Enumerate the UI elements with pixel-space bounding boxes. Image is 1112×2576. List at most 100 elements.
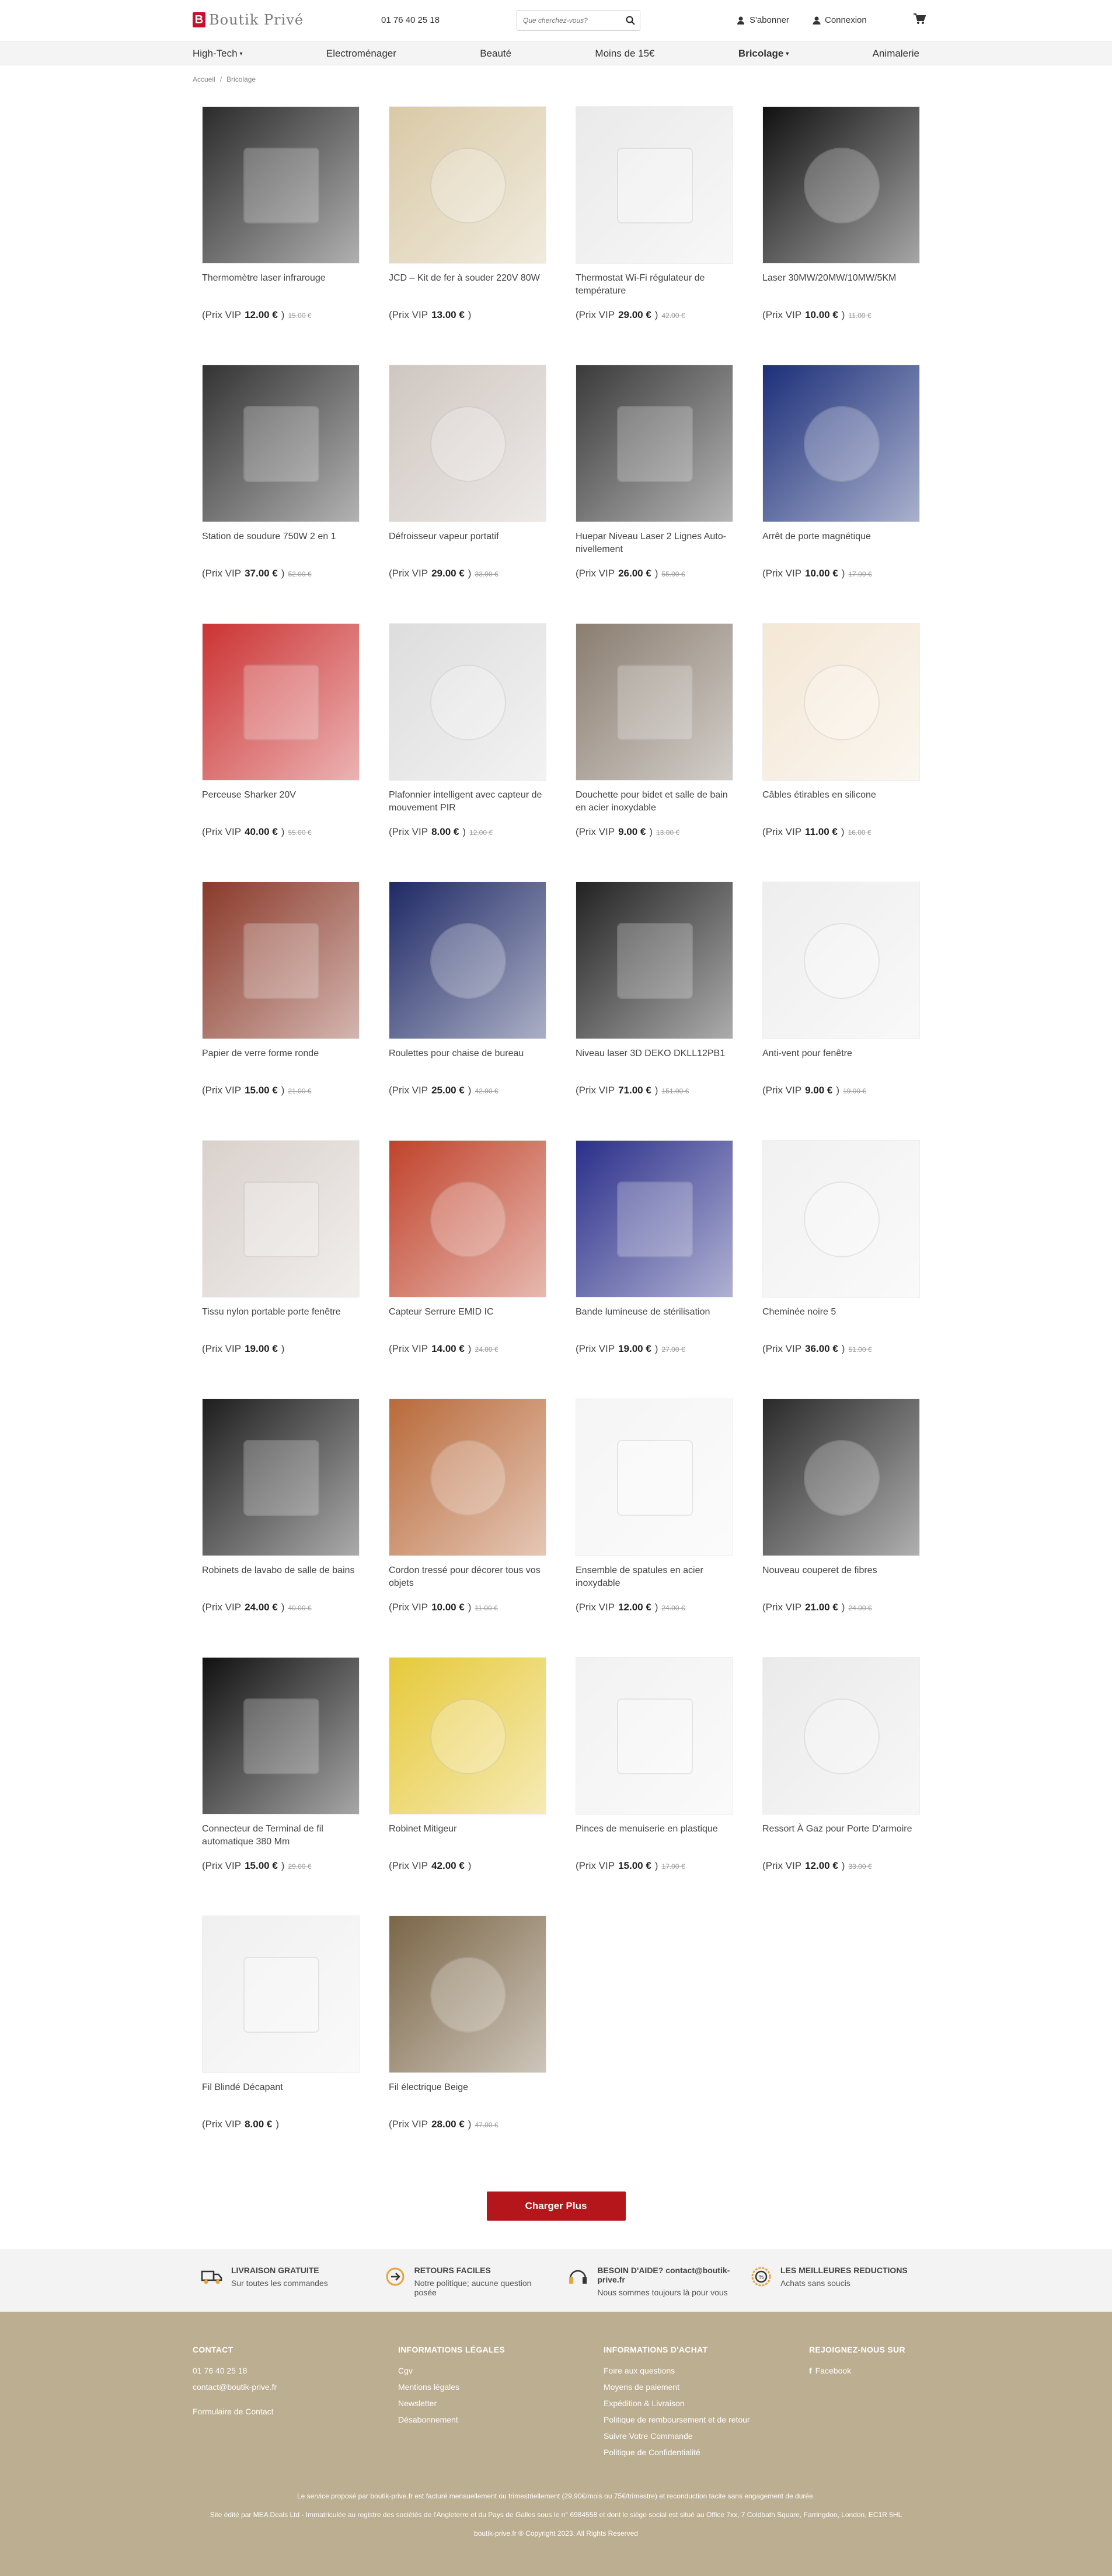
product-image[interactable] — [576, 365, 733, 522]
product-image[interactable] — [576, 882, 733, 1039]
product-name[interactable]: Douchette pour bidet et salle de bain en… — [576, 789, 733, 818]
product-image[interactable] — [389, 1657, 546, 1815]
product-card[interactable]: Cheminée noire 5 (Prix VIP 36.00 €) 51.00 € — [762, 1140, 920, 1399]
product-card[interactable]: Bande lumineuse de stérilisation (Prix VI… — [576, 1140, 733, 1399]
footer-link[interactable]: Cgv — [398, 2362, 604, 2379]
product-image[interactable] — [202, 1657, 360, 1815]
product-image[interactable] — [389, 365, 546, 522]
header-phone[interactable]: 01 76 40 25 18 — [381, 15, 440, 25]
product-image[interactable] — [202, 882, 360, 1039]
footer-link[interactable]: Politique de Confidentialité — [604, 2444, 809, 2460]
product-name[interactable]: Station de soudure 750W 2 en 1 — [202, 530, 360, 560]
subscribe-link[interactable]: S'abonner — [737, 15, 789, 25]
product-image[interactable] — [202, 623, 360, 781]
nav-item-moins-15[interactable]: Moins de 15€ — [595, 48, 654, 60]
nav-item-animalerie[interactable]: Animalerie — [873, 48, 919, 60]
product-name[interactable]: Câbles étirables en silicone — [762, 789, 920, 818]
search-icon[interactable] — [621, 11, 640, 30]
product-image[interactable] — [762, 106, 920, 264]
product-card[interactable]: Fil Blindé Décapant (Prix VIP 8.00 €) — [202, 1916, 360, 2174]
product-name[interactable]: Fil électrique Beige — [389, 2081, 546, 2110]
product-image[interactable] — [389, 1140, 546, 1298]
product-card[interactable]: Cordon tressé pour décorer tous vos obje… — [389, 1399, 546, 1657]
product-card[interactable]: Câbles étirables en silicone (Prix VIP 11.… — [762, 623, 920, 882]
footer-link[interactable]: Newsletter — [398, 2395, 604, 2411]
product-image[interactable] — [576, 106, 733, 264]
product-name[interactable]: Cheminée noire 5 — [762, 1306, 920, 1335]
product-name[interactable]: Pinces de menuiserie en plastique — [576, 1823, 733, 1852]
product-name[interactable]: Bande lumineuse de stérilisation — [576, 1306, 733, 1335]
product-card[interactable]: Ressort À Gaz pour Porte D'armoire (Prix … — [762, 1657, 920, 1916]
product-image[interactable] — [762, 1399, 920, 1556]
product-name[interactable]: Ensemble de spatules en acier inoxydable — [576, 1564, 733, 1593]
nav-item-electromenager[interactable]: Electroménager — [326, 48, 396, 60]
nav-item-bricolage[interactable]: Bricolage ▾ — [738, 48, 789, 60]
product-name[interactable]: Cordon tressé pour décorer tous vos obje… — [389, 1564, 546, 1593]
footer-link[interactable]: Politique de remboursement et de retour — [604, 2411, 809, 2428]
product-card[interactable]: Robinet Mitigeur (Prix VIP 42.00 €) — [389, 1657, 546, 1916]
product-image[interactable] — [202, 106, 360, 264]
footer-email[interactable]: contact@boutik-prive.fr — [193, 2379, 398, 2395]
product-card[interactable]: Papier de verre forme ronde (Prix VIP 15.0… — [202, 882, 360, 1140]
footer-link[interactable]: Mentions légales — [398, 2379, 604, 2395]
product-card[interactable]: Fil électrique Beige (Prix VIP 28.00 €) 47.… — [389, 1916, 546, 2174]
logo[interactable]: B Boutik Privé — [193, 12, 304, 28]
cart-icon[interactable] — [913, 13, 926, 27]
product-card[interactable]: Roulettes pour chaise de bureau (Prix VIP… — [389, 882, 546, 1140]
footer-link[interactable]: Expédition & Livraison — [604, 2395, 809, 2411]
product-image[interactable] — [576, 623, 733, 781]
product-card[interactable]: Station de soudure 750W 2 en 1 (Prix VIP 3… — [202, 365, 360, 623]
product-image[interactable] — [202, 1399, 360, 1556]
login-link[interactable]: Connexion — [812, 15, 867, 25]
product-name[interactable]: Capteur Serrure EMID IC — [389, 1306, 546, 1335]
product-card[interactable]: JCD – Kit de fer à souder 220V 80W (Prix … — [389, 106, 546, 365]
product-image[interactable] — [389, 106, 546, 264]
footer-contact-form-link[interactable]: Formulaire de Contact — [193, 2403, 398, 2420]
product-name[interactable]: Nouveau coupe­ret de fibres — [762, 1564, 920, 1593]
product-name[interactable]: Niveau laser 3D DEKO DKLL12PB1 — [576, 1047, 733, 1076]
footer-phone[interactable]: 01 76 40 25 18 — [193, 2362, 398, 2379]
load-more-button[interactable]: Charger Plus — [486, 2191, 626, 2221]
product-card[interactable]: Connecteur de Terminal de fil automatiqu… — [202, 1657, 360, 1916]
nav-item-beaute[interactable]: Beauté — [480, 48, 511, 60]
product-card[interactable]: Pinces de menuiserie en plastique (Prix V… — [576, 1657, 733, 1916]
product-image[interactable] — [389, 1916, 546, 2073]
product-name[interactable]: Papier de verre forme ronde — [202, 1047, 360, 1076]
product-image[interactable] — [762, 623, 920, 781]
product-card[interactable]: Anti-vent pour fenêtre (Prix VIP 9.00 €) 19… — [762, 882, 920, 1140]
product-name[interactable]: Défroisseur vapeur portatif — [389, 530, 546, 560]
nav-item-high-tech[interactable]: High-Tech ▾ — [193, 48, 243, 60]
product-image[interactable] — [202, 1916, 360, 2073]
product-name[interactable]: Perceuse Sharker 20V — [202, 789, 360, 818]
product-name[interactable]: Ressort À Gaz pour Porte D'armoire — [762, 1823, 920, 1852]
footer-link[interactable]: Foire aux questions — [604, 2362, 809, 2379]
footer-link[interactable]: Suivre Votre Commande — [604, 2428, 809, 2444]
product-name[interactable]: Huepar Niveau Laser 2 Lignes Auto-nivell… — [576, 530, 733, 560]
product-card[interactable]: Défroisseur vapeur portatif (Prix VIP 29.0… — [389, 365, 546, 623]
product-card[interactable]: Perceuse Sharker 20V (Prix VIP 40.00 €) 55.… — [202, 623, 360, 882]
product-card[interactable]: Thermomètre laser infrarouge (Prix VIP 12.… — [202, 106, 360, 365]
product-name[interactable]: Thermomètre laser infrarouge — [202, 272, 360, 301]
product-name[interactable]: Arrêt de porte magnétique — [762, 530, 920, 560]
product-name[interactable]: Robinets de lavabo de salle de bains — [202, 1564, 360, 1593]
product-image[interactable] — [762, 882, 920, 1039]
product-image[interactable] — [202, 365, 360, 522]
product-card[interactable]: Plafonnier intelligent avec capteur de m… — [389, 623, 546, 882]
product-card[interactable]: Tissu nylon portable porte fenêtre (Prix … — [202, 1140, 360, 1399]
footer-link[interactable]: Moyens de paiement — [604, 2379, 809, 2395]
product-card[interactable]: Robinets de lavabo de salle de bains (Pri… — [202, 1399, 360, 1657]
product-image[interactable] — [762, 365, 920, 522]
footer-link[interactable]: Désabonnement — [398, 2411, 604, 2428]
product-image[interactable] — [576, 1657, 733, 1815]
product-image[interactable] — [202, 1140, 360, 1298]
product-image[interactable] — [576, 1140, 733, 1298]
facebook-link[interactable]: f Facebook — [809, 2362, 914, 2379]
product-name[interactable]: Thermostat Wi-Fi régulateur de températu… — [576, 272, 733, 301]
product-card[interactable]: Arrêt de porte magnétique (Prix VIP 10.00 … — [762, 365, 920, 623]
product-image[interactable] — [389, 1399, 546, 1556]
search-input[interactable] — [517, 11, 621, 30]
product-image[interactable] — [389, 882, 546, 1039]
product-name[interactable]: JCD – Kit de fer à souder 220V 80W — [389, 272, 546, 301]
product-card[interactable]: Ensemble de spatules en acier inoxydable… — [576, 1399, 733, 1657]
product-name[interactable]: Connecteur de Terminal de fil automatiqu… — [202, 1823, 360, 1852]
